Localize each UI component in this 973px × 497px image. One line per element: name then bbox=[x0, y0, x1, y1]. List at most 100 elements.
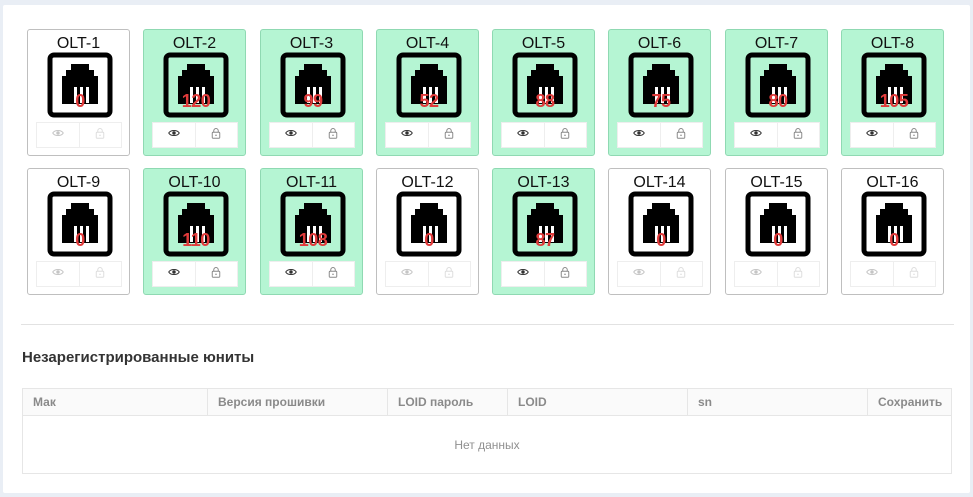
column-header-save[interactable]: Сохранить bbox=[867, 389, 951, 415]
lock-icon bbox=[792, 126, 804, 144]
olt-unit-count: 80 bbox=[768, 91, 788, 111]
lock-button[interactable] bbox=[194, 123, 238, 147]
lock-button[interactable] bbox=[659, 262, 703, 286]
ethernet-port-icon: 80 bbox=[745, 52, 811, 118]
olt-card-5[interactable]: OLT-5 88 bbox=[492, 29, 595, 156]
lock-button[interactable] bbox=[194, 262, 238, 286]
eye-icon bbox=[284, 265, 297, 283]
olt-unit-count: 99 bbox=[303, 91, 323, 111]
olt-name: OLT-11 bbox=[286, 174, 337, 191]
ethernet-port-icon: 120 bbox=[163, 52, 229, 118]
olt-card-8[interactable]: OLT-8 105 bbox=[841, 29, 944, 156]
olt-name: OLT-3 bbox=[289, 35, 334, 52]
column-header-loid-password[interactable]: LOID пароль bbox=[387, 389, 507, 415]
lock-button[interactable] bbox=[427, 123, 471, 147]
eye-icon bbox=[51, 126, 64, 144]
olt-name: OLT-14 bbox=[633, 174, 686, 191]
view-button[interactable] bbox=[153, 123, 195, 147]
view-button[interactable] bbox=[851, 262, 893, 286]
olt-name: OLT-15 bbox=[750, 174, 803, 191]
olt-card-7[interactable]: OLT-7 80 bbox=[725, 29, 828, 156]
unregistered-title: Незарегистрированные юниты bbox=[22, 349, 255, 366]
lock-button[interactable] bbox=[543, 262, 587, 286]
lock-button[interactable] bbox=[311, 123, 355, 147]
view-button[interactable] bbox=[270, 123, 312, 147]
eye-icon bbox=[749, 265, 762, 283]
unregistered-table: Мак Версия прошивки LOID пароль LOID sn … bbox=[22, 388, 952, 474]
olt-actions bbox=[152, 122, 238, 148]
eye-icon bbox=[51, 265, 64, 283]
olt-name: OLT-10 bbox=[168, 174, 221, 191]
view-button[interactable] bbox=[153, 262, 195, 286]
view-button[interactable] bbox=[851, 123, 893, 147]
lock-button[interactable] bbox=[78, 123, 122, 147]
olt-name: OLT-13 bbox=[517, 174, 570, 191]
olt-actions bbox=[269, 122, 355, 148]
lock-icon bbox=[327, 265, 339, 283]
view-button[interactable] bbox=[37, 123, 79, 147]
view-button[interactable] bbox=[386, 123, 428, 147]
olt-card-12[interactable]: OLT-12 0 bbox=[376, 168, 479, 295]
view-button[interactable] bbox=[735, 123, 777, 147]
table-header: Мак Версия прошивки LOID пароль LOID sn … bbox=[23, 389, 951, 416]
lock-button[interactable] bbox=[78, 262, 122, 286]
view-button[interactable] bbox=[270, 262, 312, 286]
lock-button[interactable] bbox=[427, 262, 471, 286]
olt-actions bbox=[501, 261, 587, 287]
olt-actions bbox=[36, 261, 122, 287]
lock-icon bbox=[327, 126, 339, 144]
view-button[interactable] bbox=[618, 262, 660, 286]
column-header-mac[interactable]: Мак bbox=[23, 389, 207, 415]
ethernet-port-icon: 105 bbox=[861, 52, 927, 118]
olt-actions bbox=[385, 122, 471, 148]
olt-card-4[interactable]: OLT-4 52 bbox=[376, 29, 479, 156]
lock-icon bbox=[559, 126, 571, 144]
view-button[interactable] bbox=[735, 262, 777, 286]
lock-button[interactable] bbox=[892, 123, 936, 147]
eye-icon bbox=[400, 126, 413, 144]
view-button[interactable] bbox=[502, 262, 544, 286]
olt-actions bbox=[617, 261, 703, 287]
olt-card-2[interactable]: OLT-2 120 bbox=[143, 29, 246, 156]
olt-card-15[interactable]: OLT-15 0 bbox=[725, 168, 828, 295]
column-header-sn[interactable]: sn bbox=[687, 389, 867, 415]
olt-unit-count: 110 bbox=[182, 230, 210, 250]
lock-button[interactable] bbox=[659, 123, 703, 147]
olt-card-3[interactable]: OLT-3 99 bbox=[260, 29, 363, 156]
lock-button[interactable] bbox=[311, 262, 355, 286]
ethernet-port-icon: 75 bbox=[628, 52, 694, 118]
ethernet-port-icon: 0 bbox=[47, 52, 113, 118]
olt-card-11[interactable]: OLT-11 108 bbox=[260, 168, 363, 295]
lock-button[interactable] bbox=[776, 123, 820, 147]
olt-card-14[interactable]: OLT-14 0 bbox=[608, 168, 711, 295]
olt-unit-count: 52 bbox=[419, 91, 439, 111]
olt-unit-count: 0 bbox=[75, 91, 85, 111]
olt-actions bbox=[269, 261, 355, 287]
olt-name: OLT-5 bbox=[521, 35, 566, 52]
lock-icon bbox=[210, 126, 222, 144]
olt-card-1[interactable]: OLT-1 0 bbox=[27, 29, 130, 156]
view-button[interactable] bbox=[386, 262, 428, 286]
olt-card-6[interactable]: OLT-6 75 bbox=[608, 29, 711, 156]
eye-icon bbox=[632, 265, 645, 283]
olt-actions bbox=[734, 122, 820, 148]
olt-name: OLT-2 bbox=[172, 35, 217, 52]
eye-icon bbox=[516, 126, 529, 144]
column-header-firmware[interactable]: Версия прошивки bbox=[207, 389, 387, 415]
lock-button[interactable] bbox=[776, 262, 820, 286]
olt-unit-count: 105 bbox=[879, 91, 909, 111]
view-button[interactable] bbox=[37, 262, 79, 286]
olt-unit-count: 0 bbox=[75, 230, 85, 250]
olt-card-10[interactable]: OLT-10 110 bbox=[143, 168, 246, 295]
ethernet-port-icon: 99 bbox=[280, 52, 346, 118]
olt-card-9[interactable]: OLT-9 0 bbox=[27, 168, 130, 295]
olt-card-13[interactable]: OLT-13 87 bbox=[492, 168, 595, 295]
view-button[interactable] bbox=[618, 123, 660, 147]
olt-card-16[interactable]: OLT-16 0 bbox=[841, 168, 944, 295]
lock-button[interactable] bbox=[543, 123, 587, 147]
ethernet-port-icon: 0 bbox=[47, 191, 113, 257]
eye-icon bbox=[865, 126, 878, 144]
column-header-loid[interactable]: LOID bbox=[507, 389, 687, 415]
view-button[interactable] bbox=[502, 123, 544, 147]
lock-button[interactable] bbox=[892, 262, 936, 286]
